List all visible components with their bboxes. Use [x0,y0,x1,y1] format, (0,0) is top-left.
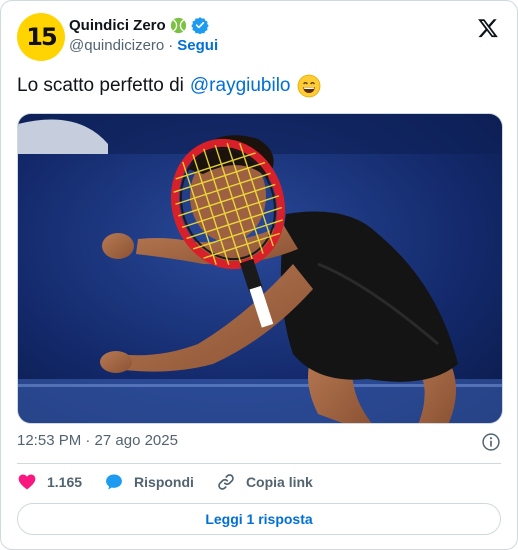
tweet-photo[interactable] [17,113,503,424]
verified-badge-icon [190,16,209,34]
copy-link-label: Copia link [245,474,313,490]
follow-button[interactable]: Segui [177,37,218,54]
link-icon [218,474,234,490]
like-count: 1.165 [47,474,83,490]
heart-icon [18,474,36,490]
divider [17,463,501,464]
grinning-face-emoji [297,74,321,98]
tweet-actions: 1.165 Rispondi Copia link [17,471,335,493]
tennis-player-photo [18,114,502,423]
tweet-text: Lo scatto perfetto di @raygiubilo [17,73,321,99]
reply-bubble-icon [106,474,122,490]
avatar[interactable]: 15 [17,13,65,61]
copy-link-button[interactable]: Copia link [216,472,313,492]
handle-row: @quindicizero · Segui [69,37,218,54]
like-button[interactable]: 1.165 [17,472,82,492]
reply-label: Rispondi [134,474,194,490]
tweet-timestamp[interactable]: 12:53 PM · 27 ago 2025 [17,432,178,449]
x-logo-icon[interactable] [477,17,499,39]
mention-link[interactable]: @raygiubilo [190,73,291,99]
tennis-ball-icon [170,17,187,34]
separator-dot: · [168,37,174,54]
reply-button[interactable]: Rispondi [104,472,194,492]
account-handle[interactable]: @quindicizero [69,37,164,54]
tweet-body: Lo scatto perfetto di [17,75,184,96]
account-name[interactable]: Quindici Zero [69,17,166,34]
name-row: Quindici Zero [69,16,209,34]
read-replies-button[interactable]: Leggi 1 risposta [17,503,501,535]
tweet-header: 15 Quindici Zero @quindicizero · Segui [17,13,501,61]
tweet-card: 15 Quindici Zero @quindicizero · Segui L… [0,0,518,550]
info-icon[interactable] [481,432,501,452]
